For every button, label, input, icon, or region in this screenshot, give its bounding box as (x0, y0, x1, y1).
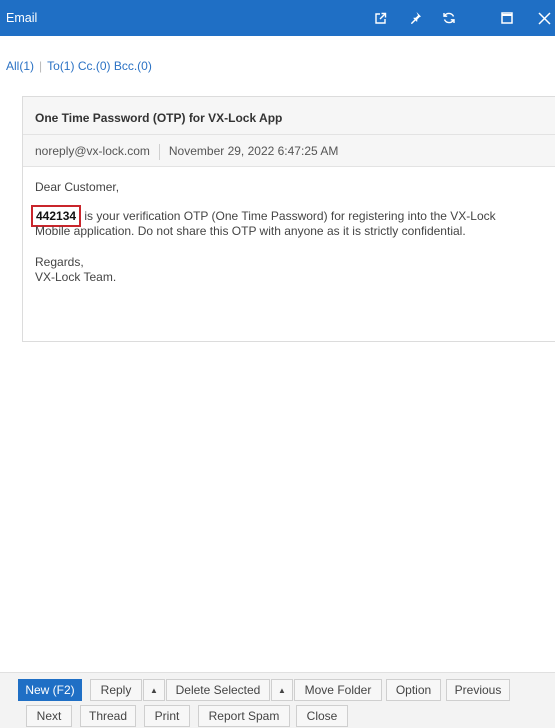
email-meta: noreply@vx-lock.com November 29, 2022 6:4… (23, 135, 555, 167)
email-message-card: One Time Password (OTP) for VX-Lock App … (22, 96, 555, 342)
option-button[interactable]: Option (386, 679, 441, 701)
window-titlebar: Email (0, 0, 555, 36)
reply-options-arrow-icon[interactable]: ▲ (143, 679, 165, 701)
recipient-filter-bar: All(1) | To(1) Cc.(0) Bcc.(0) (6, 59, 152, 73)
new-button[interactable]: New (F2) (18, 679, 82, 701)
filter-to[interactable]: To(1) (47, 59, 74, 73)
email-closing: Regards, (35, 255, 84, 269)
close-button[interactable]: Close (296, 705, 348, 727)
reply-button[interactable]: Reply (90, 679, 142, 701)
refresh-icon[interactable] (440, 9, 458, 27)
thread-button[interactable]: Thread (80, 705, 136, 727)
filter-divider: | (39, 59, 43, 73)
delete-selected-button[interactable]: Delete Selected (166, 679, 270, 701)
email-body: Dear Customer, 442134 is your verificati… (23, 167, 555, 285)
report-spam-button[interactable]: Report Spam (198, 705, 290, 727)
next-button[interactable]: Next (26, 705, 72, 727)
email-date: November 29, 2022 6:47:25 AM (168, 144, 339, 159)
close-icon[interactable] (535, 9, 553, 27)
window-title: Email (6, 11, 38, 25)
message-line-1: is your verification OTP (One Time Passw… (81, 209, 496, 223)
filter-all[interactable]: All(1) (6, 59, 34, 73)
delete-options-arrow-icon[interactable]: ▲ (271, 679, 293, 701)
email-signature: VX-Lock Team. (35, 270, 117, 284)
maximize-icon[interactable] (498, 9, 516, 27)
message-line-2: Mobile application. Do not share this OT… (35, 224, 466, 238)
email-paragraph: 442134 is your verification OTP (One Tim… (31, 205, 555, 239)
popout-icon[interactable] (371, 9, 389, 27)
filter-bcc[interactable]: Bcc.(0) (114, 59, 152, 73)
email-sender[interactable]: noreply@vx-lock.com (35, 144, 150, 158)
email-subject: One Time Password (OTP) for VX-Lock App (23, 97, 555, 135)
pin-icon[interactable] (406, 9, 424, 27)
previous-button[interactable]: Previous (446, 679, 510, 701)
move-folder-button[interactable]: Move Folder (294, 679, 382, 701)
print-button[interactable]: Print (144, 705, 190, 727)
email-action-toolbar: New (F2) Reply ▲ Delete Selected ▲ Move … (0, 672, 555, 728)
meta-divider (158, 144, 160, 160)
email-greeting: Dear Customer, (35, 180, 120, 194)
filter-cc[interactable]: Cc.(0) (78, 59, 111, 73)
